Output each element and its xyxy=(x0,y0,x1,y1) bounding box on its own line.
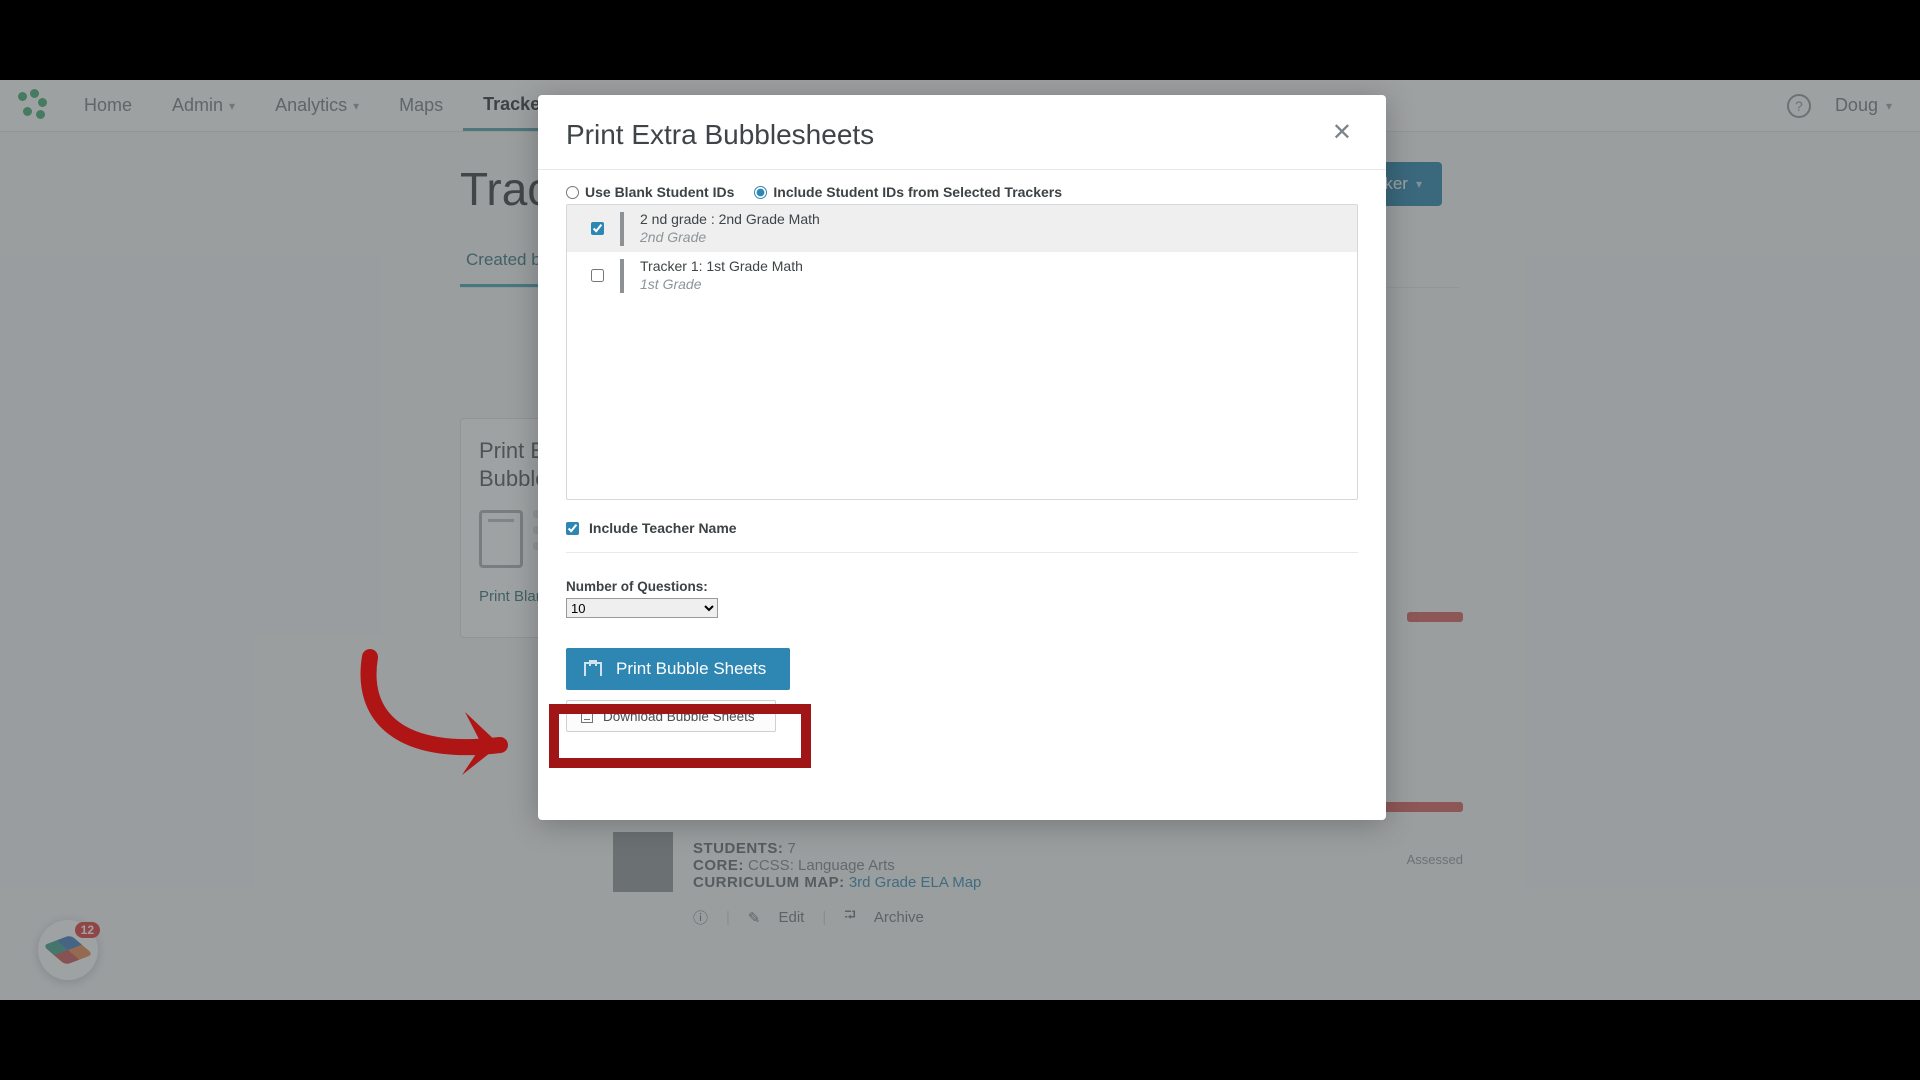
tracker-checkbox[interactable] xyxy=(591,222,604,235)
tracker-select-list: 2 nd grade : 2nd Grade Math 2nd Grade Tr… xyxy=(566,204,1358,500)
include-teacher-checkbox[interactable]: Include Teacher Name xyxy=(566,510,1358,553)
download-bubblesheets-button[interactable]: Download Bubble Sheets xyxy=(566,700,776,732)
numq-label: Number of Questions: xyxy=(566,579,708,594)
tracker-select-item[interactable]: Tracker 1: 1st Grade Math 1st Grade xyxy=(567,252,1357,299)
radio-blank-ids[interactable]: Use Blank Student IDs xyxy=(566,184,734,200)
tracker-checkbox[interactable] xyxy=(591,269,604,282)
print-bubblesheets-modal: Print Extra Bubblesheets ✕ Use Blank Stu… xyxy=(538,95,1386,820)
printer-icon xyxy=(584,662,602,676)
modal-title: Print Extra Bubblesheets xyxy=(566,119,874,151)
close-icon[interactable]: ✕ xyxy=(1326,119,1358,147)
print-bubblesheets-button[interactable]: Print Bubble Sheets xyxy=(566,648,790,690)
numq-select[interactable]: 10 xyxy=(566,598,718,618)
tracker-select-item[interactable]: 2 nd grade : 2nd Grade Math 2nd Grade xyxy=(567,205,1357,252)
radio-include-ids[interactable]: Include Student IDs from Selected Tracke… xyxy=(754,184,1062,200)
download-icon xyxy=(581,709,593,723)
